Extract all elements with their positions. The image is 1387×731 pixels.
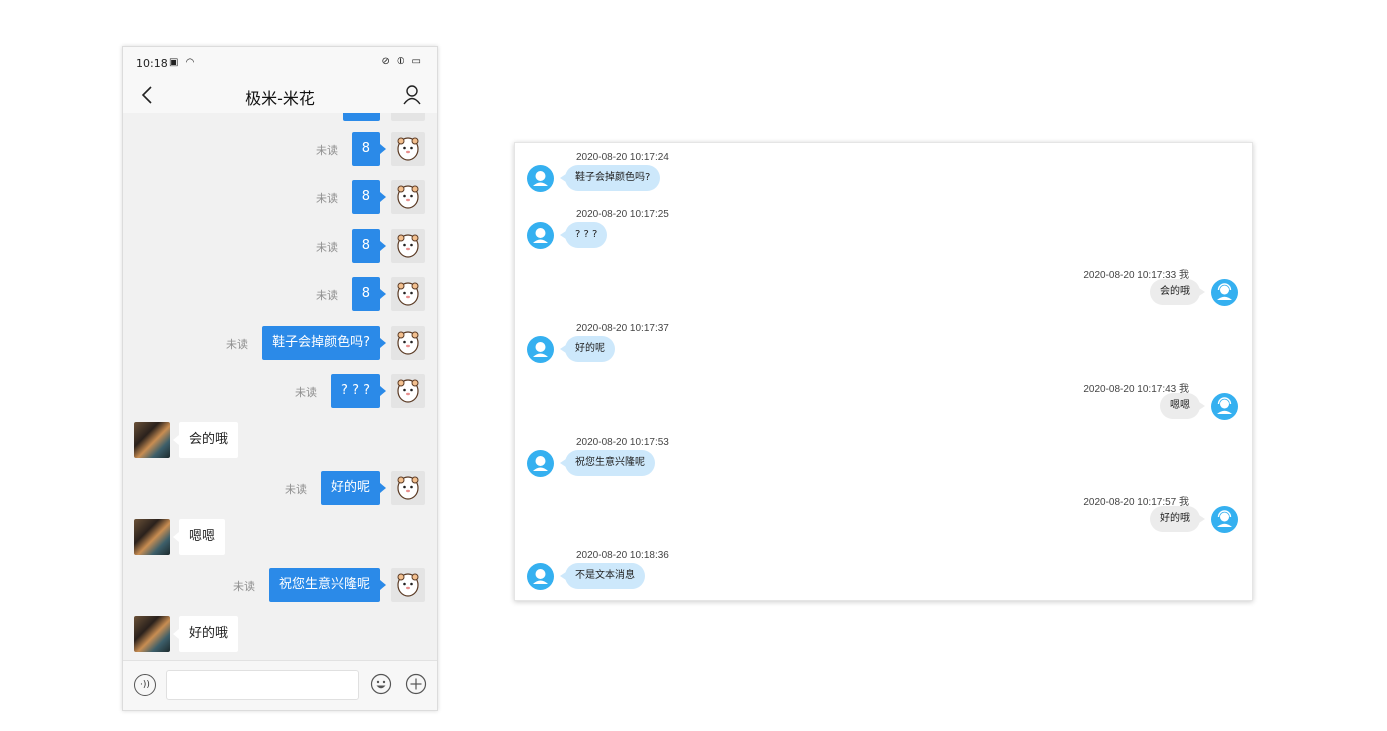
chat-message: 2020-08-20 10:17:53 祝您生意兴隆呢 (515, 437, 1252, 487)
unread-label: 未读 (316, 144, 338, 157)
unread-label: 未读 (316, 192, 338, 206)
message-timestamp: 2020-08-20 10:17:24 (576, 152, 669, 163)
chat-title: 极米-米花 (245, 89, 315, 108)
agent-avatar-icon (1211, 278, 1238, 306)
sent-message-bubble[interactable]: 祝您生意兴隆呢 (268, 567, 387, 602)
desktop-chat-panel[interactable]: 2020-08-20 10:17:24 鞋子会掉颜色吗? 2020-08-20 10… (514, 142, 1253, 601)
message-timestamp: 2020-08-20 10:17:25 (576, 208, 669, 220)
chat-message: 2020-08-20 10:17:43 我嗯嗯 (515, 380, 1252, 430)
message-timestamp: 2020-08-20 10:17:37 (576, 322, 669, 334)
self-avatar[interactable] (391, 567, 425, 602)
sent-message-bubble[interactable]: 8 (351, 277, 387, 312)
message-timestamp: 2020-08-20 10:17:53 (576, 436, 669, 448)
partial-message-bubble (343, 113, 380, 121)
customer-message-bubble[interactable]: 祝您生意兴隆呢 (560, 449, 655, 476)
sent-message-bubble[interactable]: 8 (351, 228, 387, 263)
agent-avatar-icon (1211, 506, 1238, 534)
input-bar: ·)) (123, 660, 437, 710)
unread-label: 未读 (285, 482, 307, 496)
message-row: 鞋子会掉颜色吗? 未读 (123, 325, 437, 360)
self-avatar (391, 113, 425, 121)
emoji-icon[interactable] (370, 673, 392, 695)
sent-message-bubble[interactable]: 好的呢 (320, 470, 387, 505)
self-avatar[interactable] (391, 180, 425, 215)
battery-icon: ⊘ ⦶ ▭ (381, 56, 423, 67)
self-avatar[interactable] (391, 132, 425, 166)
message-timestamp: 2020-08-20 10:18:36 (576, 550, 669, 562)
sent-message-bubble[interactable]: ? ? ? (331, 374, 386, 408)
message-input[interactable] (166, 670, 359, 700)
mobile-chat-window: 10:18 ▣ ◠ ⊘ ⦶ ▭ 极米-米花 8 未读 8 未读 8 未读 8 未读 鞋子会掉颜色… (122, 46, 438, 711)
self-avatar[interactable] (391, 228, 425, 263)
message-row: 会的哦 (123, 422, 437, 459)
customer-message-bubble[interactable]: ? ? ? (559, 221, 608, 248)
message-row: 8 未读 (123, 132, 437, 166)
unread-label: 未读 (295, 386, 317, 399)
agent-message-bubble[interactable]: 会的哦 (1150, 278, 1205, 305)
customer-message-bubble[interactable]: 不是文本消息 (560, 563, 645, 590)
received-message-bubble[interactable]: 嗯嗯 (172, 519, 226, 556)
chat-message: 2020-08-20 10:17:25? ? ? (515, 209, 1252, 259)
customer-avatar-icon (527, 449, 554, 477)
chat-message: 2020-08-20 10:17:24 鞋子会掉颜色吗? (515, 152, 1252, 202)
agent-message-bubble[interactable]: 嗯嗯 (1160, 392, 1205, 419)
chat-message: 2020-08-20 10:18:36 不是文本消息 (515, 550, 1252, 600)
customer-avatar-icon (527, 221, 554, 249)
plus-icon[interactable] (405, 673, 427, 695)
customer-avatar-icon (527, 335, 554, 363)
received-message-bubble[interactable]: 好的哦 (172, 616, 239, 652)
agent-avatar-icon (1211, 392, 1238, 420)
chat-message: 2020-08-20 10:17:57 我好的哦 (515, 493, 1252, 543)
message-row: 祝您生意兴隆呢 未读 (123, 567, 437, 602)
customer-avatar-icon (527, 165, 554, 192)
chat-message: 2020-08-20 10:17:37 好的呢 (515, 323, 1252, 373)
self-avatar[interactable] (391, 277, 425, 312)
unread-label: 未读 (233, 579, 255, 593)
unread-label: 未读 (316, 289, 338, 303)
status-bar: 10:18 ▣ ◠ ⊘ ⦶ ▭ (123, 47, 437, 77)
self-avatar[interactable] (391, 325, 425, 360)
status-time: 10:18 (136, 57, 168, 70)
self-avatar[interactable] (391, 374, 425, 408)
message-row: ? ? ? 未读 (123, 374, 437, 408)
self-avatar[interactable] (391, 470, 425, 505)
voice-icon[interactable]: ·)) (134, 674, 156, 696)
customer-avatar-icon (527, 563, 554, 591)
sent-message-bubble[interactable]: 鞋子会掉颜色吗? (262, 325, 386, 360)
message-list[interactable]: 8 未读 8 未读 8 未读 8 未读 鞋子会掉颜色吗? 未读? ? ? 未读 会的哦 好的呢 未读 嗯嗯祝… (123, 113, 437, 661)
contact-avatar[interactable] (134, 616, 170, 652)
notification-icons: ▣ ◠ (169, 57, 197, 68)
unread-label: 未读 (316, 240, 338, 254)
nav-bar: 极米-米花 (123, 77, 437, 113)
message-row: 好的哦 (123, 616, 437, 652)
message-row: 好的呢 未读 (123, 470, 437, 505)
user-profile-icon[interactable] (401, 83, 423, 107)
received-message-bubble[interactable]: 会的哦 (172, 422, 239, 459)
customer-message-bubble[interactable]: 好的呢 (560, 335, 615, 362)
sent-message-bubble[interactable]: 8 (351, 180, 387, 215)
message-row: 8 未读 (123, 180, 437, 215)
message-row: 嗯嗯 (123, 519, 437, 556)
customer-message-bubble[interactable]: 鞋子会掉颜色吗? (559, 165, 661, 191)
agent-message-bubble[interactable]: 好的哦 (1150, 506, 1205, 533)
contact-avatar[interactable] (134, 422, 170, 459)
message-row: 8 未读 (123, 277, 437, 312)
chat-message: 2020-08-20 10:17:33 我会的哦 (515, 266, 1252, 316)
unread-label: 未读 (226, 337, 248, 351)
message-row: 8 未读 (123, 228, 437, 263)
sent-message-bubble[interactable]: 8 (351, 132, 387, 166)
contact-avatar[interactable] (134, 519, 170, 556)
